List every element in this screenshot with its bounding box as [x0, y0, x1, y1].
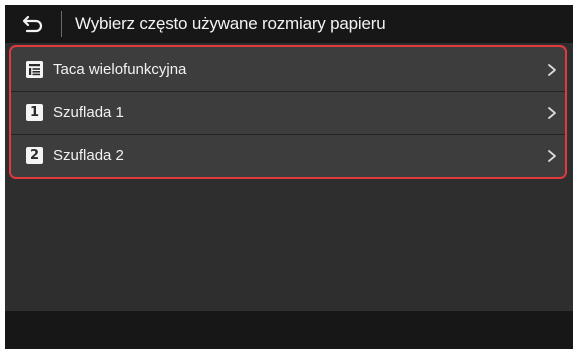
chevron-right-icon: [548, 150, 556, 162]
chevron-right-icon: [548, 64, 556, 76]
list-item-multipurpose-tray[interactable]: Taca wielofunkcyjna: [11, 49, 565, 91]
drawer-2-icon: 2: [26, 147, 43, 164]
page-title: Wybierz często używane rozmiary papieru: [75, 14, 386, 33]
multipurpose-tray-icon: [26, 61, 43, 78]
list-item-drawer-1[interactable]: 1 Szuflada 1: [11, 92, 565, 134]
paper-source-list: Taca wielofunkcyjna 1 Szuflada 1 2 Szufl…: [9, 45, 567, 179]
list-item-drawer-2[interactable]: 2 Szuflada 2: [11, 135, 565, 177]
chevron-right-icon: [548, 107, 556, 119]
device-screen: Wybierz często używane rozmiary papieru …: [5, 5, 573, 349]
bottom-bar: [5, 311, 573, 349]
drawer-1-icon: 1: [26, 104, 43, 121]
list-item-label: Szuflada 1: [53, 104, 124, 121]
title-bar: Wybierz często używane rozmiary papieru: [5, 5, 573, 43]
back-arrow-icon: [22, 15, 43, 33]
title-divider: [61, 11, 62, 37]
list-item-label: Taca wielofunkcyjna: [53, 61, 187, 78]
list-item-label: Szuflada 2: [53, 147, 124, 164]
back-button[interactable]: [5, 5, 61, 43]
